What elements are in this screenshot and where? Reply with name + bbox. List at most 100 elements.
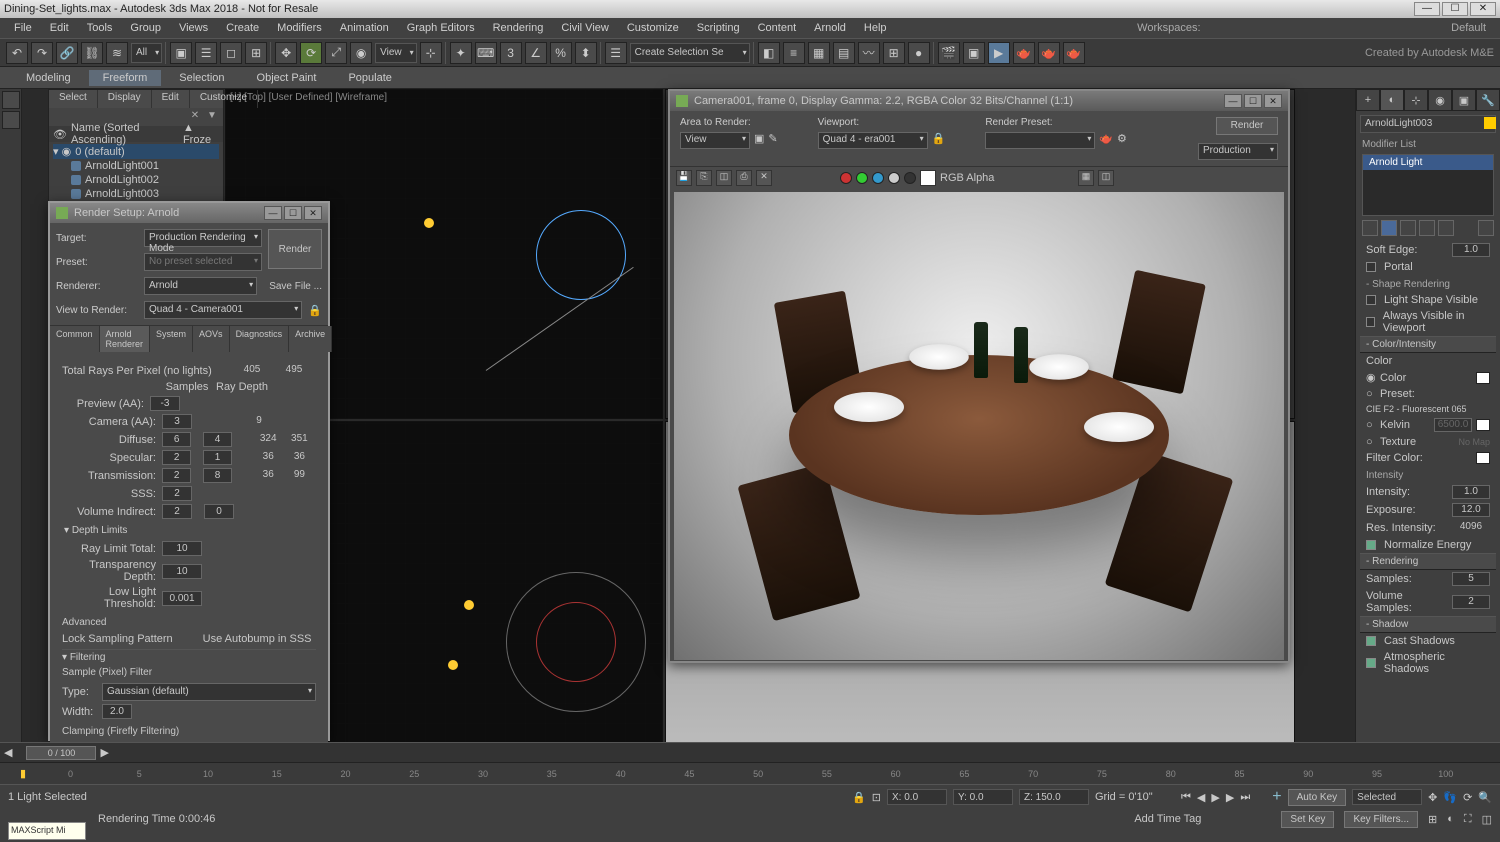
x-coord-field[interactable]: X: 0.0 (887, 789, 947, 805)
spinner-input[interactable]: 0 (204, 504, 234, 519)
teapot3-icon[interactable]: 🫖 (1063, 42, 1085, 64)
area-dropdown[interactable]: View (680, 132, 750, 149)
nav-walk-icon[interactable]: 👣 (1443, 791, 1457, 804)
production-dropdown[interactable]: Production (1198, 143, 1278, 160)
restore-button[interactable]: ☐ (284, 206, 302, 220)
track-marker[interactable]: ▮ (20, 767, 26, 780)
minimize-button[interactable]: — (1224, 94, 1242, 108)
placement-icon[interactable]: ◉ (350, 42, 372, 64)
dialog-titlebar[interactable]: Camera001, frame 0, Display Gamma: 2.2, … (670, 91, 1288, 111)
menu-animation[interactable]: Animation (332, 20, 397, 36)
spinner-input[interactable]: 5 (1452, 572, 1490, 586)
kelvin-label[interactable]: Kelvin (1380, 419, 1430, 431)
rollout-header[interactable]: Color/Intensity (1360, 336, 1496, 353)
time-slider[interactable]: ◀ 0 / 100 ▶ (0, 742, 1500, 762)
next-frame-icon[interactable]: ▶ (1226, 791, 1234, 804)
lock-icon[interactable]: 🔒 (308, 304, 322, 317)
left-tool-icon[interactable] (2, 111, 20, 129)
color-swatch[interactable] (920, 170, 936, 186)
lock-icon[interactable]: 🔒 (852, 791, 866, 804)
link-icon[interactable]: 🔗 (56, 42, 78, 64)
section-header[interactable]: Depth Limits (62, 523, 316, 538)
select-icon[interactable]: ▣ (170, 42, 192, 64)
remove-modifier-icon[interactable] (1419, 220, 1435, 236)
snap-icon[interactable]: 3 (500, 42, 522, 64)
slider-next-icon[interactable]: ▶ (96, 746, 112, 759)
region-edit-icon[interactable]: ✎ (768, 132, 777, 149)
prev-frame-icon[interactable]: ◀ (1197, 791, 1205, 804)
red-channel-icon[interactable] (840, 172, 852, 184)
teapot2-icon[interactable]: 🫖 (1038, 42, 1060, 64)
channel-dropdown[interactable]: RGB Alpha (940, 172, 1030, 184)
play-icon[interactable]: ▶ (1211, 791, 1219, 804)
rollout-header[interactable]: Shadow (1360, 616, 1496, 633)
spinner-input[interactable]: -3 (150, 396, 180, 411)
material-icon[interactable]: ● (908, 42, 930, 64)
teapot-icon[interactable]: 🫖 (1099, 132, 1113, 149)
motion-tab-icon[interactable]: ◉ (1428, 89, 1452, 111)
key-plus-icon[interactable]: + (1272, 788, 1281, 806)
spinner-input[interactable]: 2 (1452, 595, 1490, 609)
spinner-input[interactable]: 1.0 (1452, 485, 1490, 499)
color-swatch[interactable] (1476, 372, 1490, 384)
minimize-button[interactable]: — (264, 206, 282, 220)
slider-prev-icon[interactable]: ◀ (0, 746, 16, 759)
unlink-icon[interactable]: ⛓ (81, 42, 103, 64)
green-channel-icon[interactable] (856, 172, 868, 184)
left-tool-icon[interactable] (2, 91, 20, 109)
rollout-header[interactable]: Filtering (62, 649, 316, 665)
tree-item-light[interactable]: ArnoldLight003 (53, 187, 219, 201)
goto-start-icon[interactable]: ⏮ (1181, 791, 1191, 804)
settings-icon[interactable]: ⚙ (1117, 132, 1127, 149)
menu-edit[interactable]: Edit (42, 20, 77, 36)
spinner-input[interactable]: 1.0 (1452, 243, 1490, 257)
tab-diagnostics[interactable]: Diagnostics (230, 326, 290, 352)
scale-icon[interactable]: ⤢ (325, 42, 347, 64)
tab-aovs[interactable]: AOVs (193, 326, 230, 352)
clone-icon[interactable]: ◫ (716, 170, 732, 186)
dialog-titlebar[interactable]: Render Setup: Arnold — ☐ ✕ (50, 203, 328, 223)
spinner-input[interactable]: 10 (162, 541, 202, 556)
curve-editor-icon[interactable]: 〰 (858, 42, 880, 64)
teapot-icon[interactable]: 🫖 (1013, 42, 1035, 64)
scene-tab-edit[interactable]: Edit (152, 90, 190, 108)
obj-color-swatch[interactable] (1484, 117, 1496, 129)
schematic-icon[interactable]: ⊞ (883, 42, 905, 64)
modify-tab-icon[interactable]: ◐ (1380, 89, 1404, 111)
pivot-icon[interactable]: ⊹ (420, 42, 442, 64)
overlay-icon[interactable]: ▦ (1078, 170, 1094, 186)
lock-icon[interactable]: 🔒 (932, 132, 946, 149)
maximize-button[interactable]: ☐ (1442, 2, 1468, 16)
workspace-value[interactable]: Default (1443, 20, 1494, 36)
menu-arnold[interactable]: Arnold (806, 20, 854, 36)
spinner-input[interactable]: 2.0 (102, 704, 132, 719)
named-sel-dropdown[interactable]: Create Selection Se (630, 43, 750, 63)
spinner-input[interactable]: 10 (162, 564, 202, 579)
menu-rendering[interactable]: Rendering (485, 20, 552, 36)
manipulate-icon[interactable]: ✦ (450, 42, 472, 64)
percent-snap-icon[interactable]: % (550, 42, 572, 64)
spinner-input[interactable]: 8 (203, 468, 232, 483)
spinner-input[interactable]: 2 (162, 504, 192, 519)
menu-content[interactable]: Content (750, 20, 805, 36)
save-icon[interactable]: 💾 (676, 170, 692, 186)
nav-pan-icon[interactable]: ✥ (1428, 791, 1437, 804)
cast-shadows-checkbox[interactable] (1366, 636, 1376, 646)
menu-scripting[interactable]: Scripting (689, 20, 748, 36)
menu-graph-editors[interactable]: Graph Editors (399, 20, 483, 36)
tab-archive[interactable]: Archive (289, 326, 332, 352)
preset-value[interactable]: CIE F2 - Fluorescent 065 (1366, 404, 1490, 414)
y-coord-field[interactable]: Y: 0.0 (953, 789, 1013, 805)
spinner-input[interactable]: 12.0 (1452, 503, 1490, 517)
eye-icon[interactable]: 👁 (53, 128, 67, 141)
keyboard-icon[interactable]: ⌨ (475, 42, 497, 64)
maxscript-listener[interactable]: MAXScript Mi (8, 822, 86, 840)
nav-zoom-ext-icon[interactable]: ⊞ (1428, 813, 1437, 826)
spinner-input[interactable]: 2 (162, 450, 191, 465)
nav-zoom-icon[interactable]: 🔍 (1478, 791, 1492, 804)
z-coord-field[interactable]: Z: 150.0 (1019, 789, 1089, 805)
scene-tab-select[interactable]: Select (49, 90, 98, 108)
selection-filter-dropdown[interactable]: All (131, 43, 162, 63)
time-slider-handle[interactable]: 0 / 100 (26, 746, 96, 760)
modifier-stack[interactable]: Arnold Light (1362, 154, 1494, 216)
